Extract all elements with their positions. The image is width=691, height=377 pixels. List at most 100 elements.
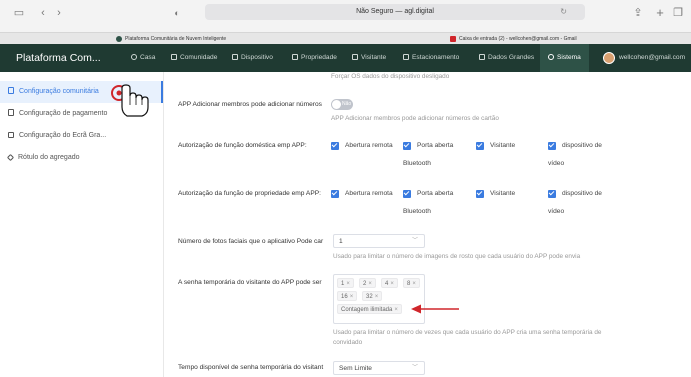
property-door-open-checkbox[interactable] [403,190,411,198]
nav-label: Dispositivo [241,54,273,61]
nav-label: Propriedade [301,54,337,61]
nav-label: Sistema [557,54,581,61]
nav-dispositivo[interactable]: Dispositivo [232,44,273,72]
property-auth-label: Autorização da função de propriedade emp… [178,190,321,197]
avatar[interactable] [603,52,615,64]
temp-password-hint: Usado para limitar o número de vezes que… [333,329,602,336]
nav-estacionamento[interactable]: Estacionamento [403,44,459,72]
forward-icon[interactable]: › [54,5,64,21]
user-email[interactable]: wellcohen@gmail.com [619,44,685,72]
hand-cursor-icon [111,84,149,117]
home-video-device-checkbox[interactable] [548,142,556,150]
toggle-knob [332,100,341,109]
close-icon[interactable]: × [346,281,350,287]
home-door-open-checkbox[interactable] [403,142,411,150]
new-tab-icon[interactable]: + [654,5,666,21]
address-bar[interactable]: Não Seguro — agl.digital ↻ [205,4,585,20]
chart-icon [479,54,485,60]
tag-chip[interactable]: 32 × [362,291,383,301]
tag-chip[interactable]: Contagem ilimitada × [337,304,402,314]
face-photos-select[interactable]: 1 ﹀ [333,234,425,248]
sidebar-item-screen-config[interactable]: Configuração do Ecrã Gra... [0,125,163,147]
checkbox-label: Visitante [490,190,516,197]
home-icon [131,54,137,60]
temp-time-select[interactable]: Sem Limite ﹀ [333,361,425,375]
temp-password-hint-cont: convidado [333,339,363,346]
temp-password-label: A senha temporária do visitante do APP p… [178,279,322,286]
close-icon[interactable]: × [350,294,354,300]
tab-overview-icon[interactable]: ❐ [672,5,684,21]
top-navigation: Plataforma Com... Casa Comunidade Dispos… [0,44,691,72]
checkbox-label-cont: vídeo [548,160,565,167]
tag-text: 16 [341,294,348,300]
select-value: Sem Limite [339,365,372,372]
select-value: 1 [339,238,343,245]
close-icon[interactable]: × [368,281,372,287]
tag-text: 8 [407,281,411,287]
checkbox-label: dispositivo de [562,190,602,197]
nav-visitante[interactable]: Visitante [352,44,386,72]
share-icon[interactable]: ⇪ [632,5,644,21]
checkbox-label: Porta aberta [417,142,454,149]
close-icon[interactable]: × [412,281,416,287]
sidebar-item-label: Rótulo do agregado [18,154,80,161]
monitor-icon [8,132,14,138]
sidebar-item-label: Configuração do Ecrã Gra... [19,132,107,139]
property-video-device-checkbox[interactable] [548,190,556,198]
settings-panel: Forçar OS dados do dispositivo desligado… [165,72,691,377]
back-icon[interactable]: ‹ [38,5,48,21]
nav-casa[interactable]: Casa [131,44,155,72]
sidebar-item-label: Configuração comunitária [19,88,99,95]
nav-dados-grandes[interactable]: Dados Grandes [479,44,534,72]
brand-title: Plataforma Com... [16,52,101,64]
temp-password-multiselect[interactable]: 1 × 2 × 4 × 8 × 16 × 32 × Contagem ilimitada × [333,274,425,324]
home-remote-open-checkbox[interactable] [331,142,339,150]
tag-chip[interactable]: 4 × [381,278,398,288]
device-icon [232,54,238,60]
add-members-hint: APP Adicionar membros pode adicionar núm… [331,115,499,122]
sidebar-item-household-label[interactable]: Rótulo do agregado [0,147,163,169]
sidebar-item-label: Configuração de pagamento [19,110,108,117]
property-remote-open-checkbox[interactable] [331,190,339,198]
browser-tab-bar: Plataforma Comunitária de Nuvem Intelige… [0,32,691,44]
parking-icon [403,54,409,60]
document-icon [8,87,14,94]
checkbox-label: Abertura remota [345,142,393,149]
sidebar-toggle-icon[interactable]: ▭ [12,5,26,21]
chevron-down-icon: ﹀ [411,238,418,244]
device-offline-hint: Forçar OS dados do dispositivo desligado [331,73,450,80]
address-text: Não Seguro — agl.digital [356,8,434,15]
tag-chip[interactable]: 2 × [359,278,376,288]
nav-comunidade[interactable]: Comunidade [171,44,217,72]
close-icon[interactable]: × [390,281,394,287]
visitor-icon [352,54,358,60]
annotation-arrow [411,304,459,314]
close-icon[interactable]: × [375,294,379,300]
gmail-icon [450,35,456,42]
nav-propriedade[interactable]: Propriedade [292,44,337,72]
tag-chip[interactable]: 1 × [337,278,354,288]
tab-label: Plataforma Comunitária de Nuvem Intelige… [125,36,227,42]
checkbox-label-cont: vídeo [548,208,565,215]
tag-text: 2 [363,281,367,287]
checkbox-label-cont: Bluetooth [403,208,431,215]
document-icon [8,109,14,116]
browser-toolbar: ▭ ‹ › ◐ Não Seguro — agl.digital ↻ ⇪ + ❐ [0,0,691,32]
property-visitor-checkbox[interactable] [476,190,484,198]
home-auth-label: Autorização de função doméstica emp APP: [178,142,307,149]
close-icon[interactable]: × [394,307,398,313]
add-members-toggle[interactable]: Não [331,99,353,110]
add-members-label: APP Adicionar membros pode adicionar núm… [178,101,322,108]
tag-text: 32 [366,294,373,300]
site-favicon-icon [116,35,122,42]
tag-chip[interactable]: 16 × [337,291,358,301]
nav-label: Casa [140,54,156,61]
temp-time-label: Tempo disponível de senha temporária do … [178,364,324,371]
reload-icon[interactable]: ↻ [560,4,567,20]
toggle-text: Não [342,101,352,107]
tag-chip[interactable]: 8 × [403,278,420,288]
nav-sistema[interactable]: Sistema [540,44,589,72]
nav-label: Estacionamento [412,54,460,61]
privacy-shield-icon[interactable]: ◐ [172,5,182,21]
home-visitor-checkbox[interactable] [476,142,484,150]
